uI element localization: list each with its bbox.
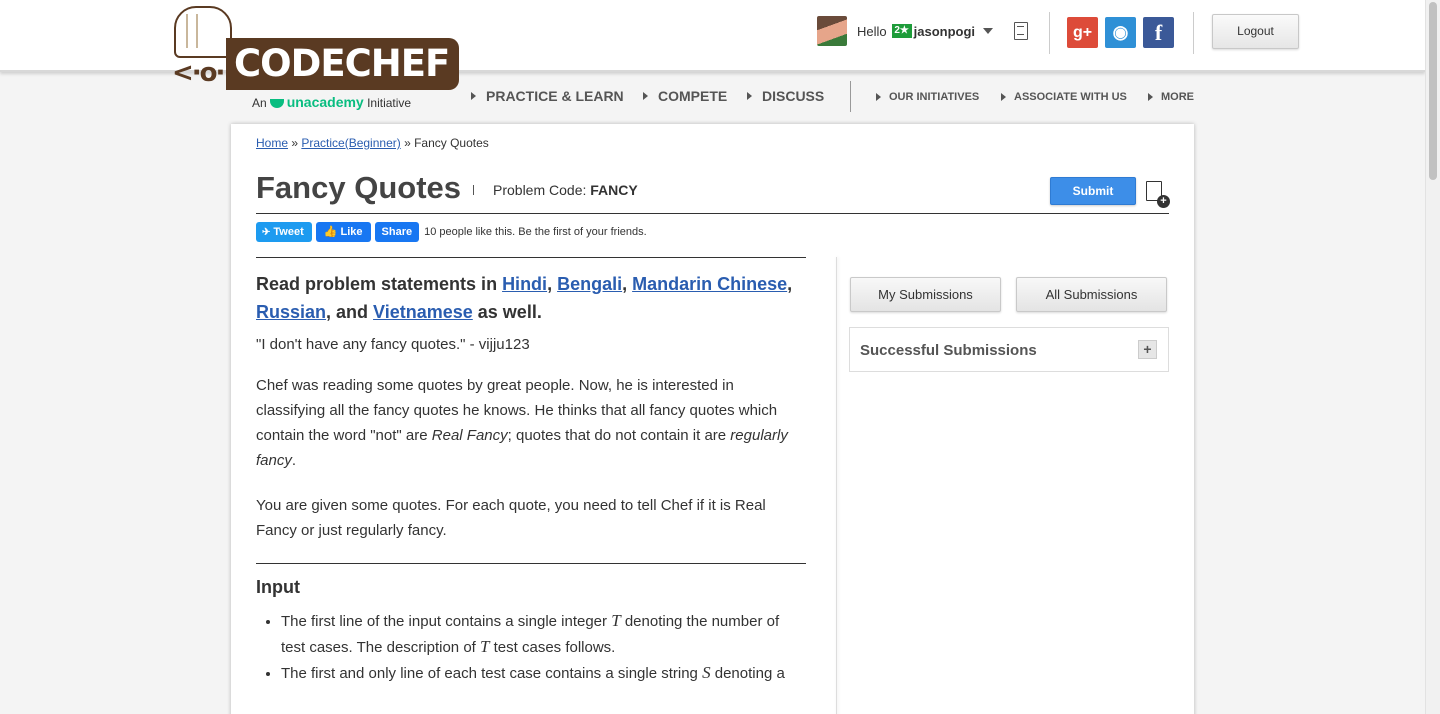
statement-paragraph: Chef was reading some quotes by great pe… [256,377,788,469]
lang-link-russian[interactable]: Russian [256,302,326,322]
lang-link-vietnamese[interactable]: Vietnamese [373,302,473,322]
chef-hat-icon [174,6,232,58]
facebook-like-button[interactable]: 👍 Like [315,222,371,242]
successful-submissions-title: Successful Submissions [860,342,1037,359]
logo-wordmark: CODECHEF [226,38,460,90]
title-rule [256,213,1169,214]
epigraph-quote: "I don't have any fancy quotes." - vijju… [256,336,530,353]
column-divider [836,257,837,714]
my-submissions-button[interactable]: My Submissions [850,277,1001,312]
divider [256,563,806,564]
title-divider [473,185,474,195]
lang-link-hindi[interactable]: Hindi [502,274,547,294]
list-item: The first and only line of each test cas… [281,660,806,686]
nav-compete[interactable]: COMPETE [643,88,727,104]
unacademy-icon [269,99,284,109]
all-submissions-button[interactable]: All Submissions [1016,277,1167,312]
header-divider [1193,12,1194,54]
breadcrumb-current: Fancy Quotes [414,136,489,150]
lang-link-mandarin[interactable]: Mandarin Chinese [632,274,787,294]
successful-submissions-panel[interactable]: Successful Submissions + [849,327,1169,372]
triangle-right-icon [1148,93,1153,101]
github-icon[interactable]: ◉ [1105,17,1136,48]
star-rating-badge: 2★ [891,24,912,38]
chevron-down-icon[interactable] [983,28,994,34]
statement-paragraph: You are given some quotes. For each quot… [256,497,766,539]
breadcrumb-practice-link[interactable]: Practice(Beginner) [301,136,400,150]
like-count-text: 10 people like this. Be the first of you… [424,226,647,238]
breadcrumb: Home » Practice(Beginner) » Fancy Quotes [256,136,489,150]
user-menu[interactable]: Hello 2★ jasonpogi [817,16,994,46]
triangle-right-icon [643,92,648,100]
nav-practice-learn[interactable]: PRACTICE & LEARN [471,88,624,104]
nav-divider [850,81,851,112]
problem-code: Problem Code: FANCY [493,182,638,198]
twitter-bird-icon: ✈ [262,227,271,238]
facebook-share-button[interactable]: Share [374,222,420,242]
share-bar: ✈ Tweet 👍 Like Share 10 people like this.… [256,222,647,242]
triangle-right-icon [747,92,752,100]
divider [256,257,806,258]
breadcrumb-home-link[interactable]: Home [256,136,288,150]
lang-link-bengali[interactable]: Bengali [557,274,622,294]
submit-button[interactable]: Submit [1050,177,1136,205]
username[interactable]: jasonpogi [914,24,975,39]
nav-discuss[interactable]: DISCUSS [747,88,824,104]
scrollbar-thumb[interactable] [1429,2,1437,180]
page-scrollbar[interactable] [1425,0,1440,714]
facebook-icon[interactable]: f [1143,17,1174,48]
language-links: Read problem statements in Hindi, Bengal… [256,274,793,322]
thumbs-up-icon: 👍 [323,226,341,238]
triangle-right-icon [1001,93,1006,101]
logo-subtitle: An unacademy Initiative [252,94,412,110]
logout-button[interactable]: Logout [1212,14,1299,49]
google-plus-icon[interactable]: g+ [1067,17,1098,48]
nav-our-initiatives[interactable]: OUR INITIATIVES [876,91,979,103]
page-title: Fancy Quotes [256,170,461,205]
nav-associate-with-us[interactable]: ASSOCIATE WITH US [1001,91,1127,103]
nav-more[interactable]: MORE [1148,91,1194,103]
avatar[interactable] [817,16,847,46]
tweet-button[interactable]: ✈ Tweet [256,222,312,242]
list-item: The first line of the input contains a s… [281,608,806,660]
input-list: The first line of the input contains a s… [256,608,806,686]
problem-statement: Read problem statements in Hindi, Bengal… [256,257,836,686]
triangle-right-icon [471,92,476,100]
notes-icon[interactable] [1014,22,1028,40]
problem-card: Home » Practice(Beginner) » Fancy Quotes… [231,124,1194,714]
chef-face-icon: <·o·> [172,58,245,88]
header-divider [1049,12,1050,54]
input-heading: Input [256,577,300,597]
add-to-todo-icon[interactable] [1146,181,1170,208]
triangle-right-icon [876,93,881,101]
expand-icon[interactable]: + [1138,340,1157,359]
greeting: Hello [857,23,887,39]
codechef-logo[interactable]: <·o·> CODECHEF An unacademy Initiative [170,6,460,112]
